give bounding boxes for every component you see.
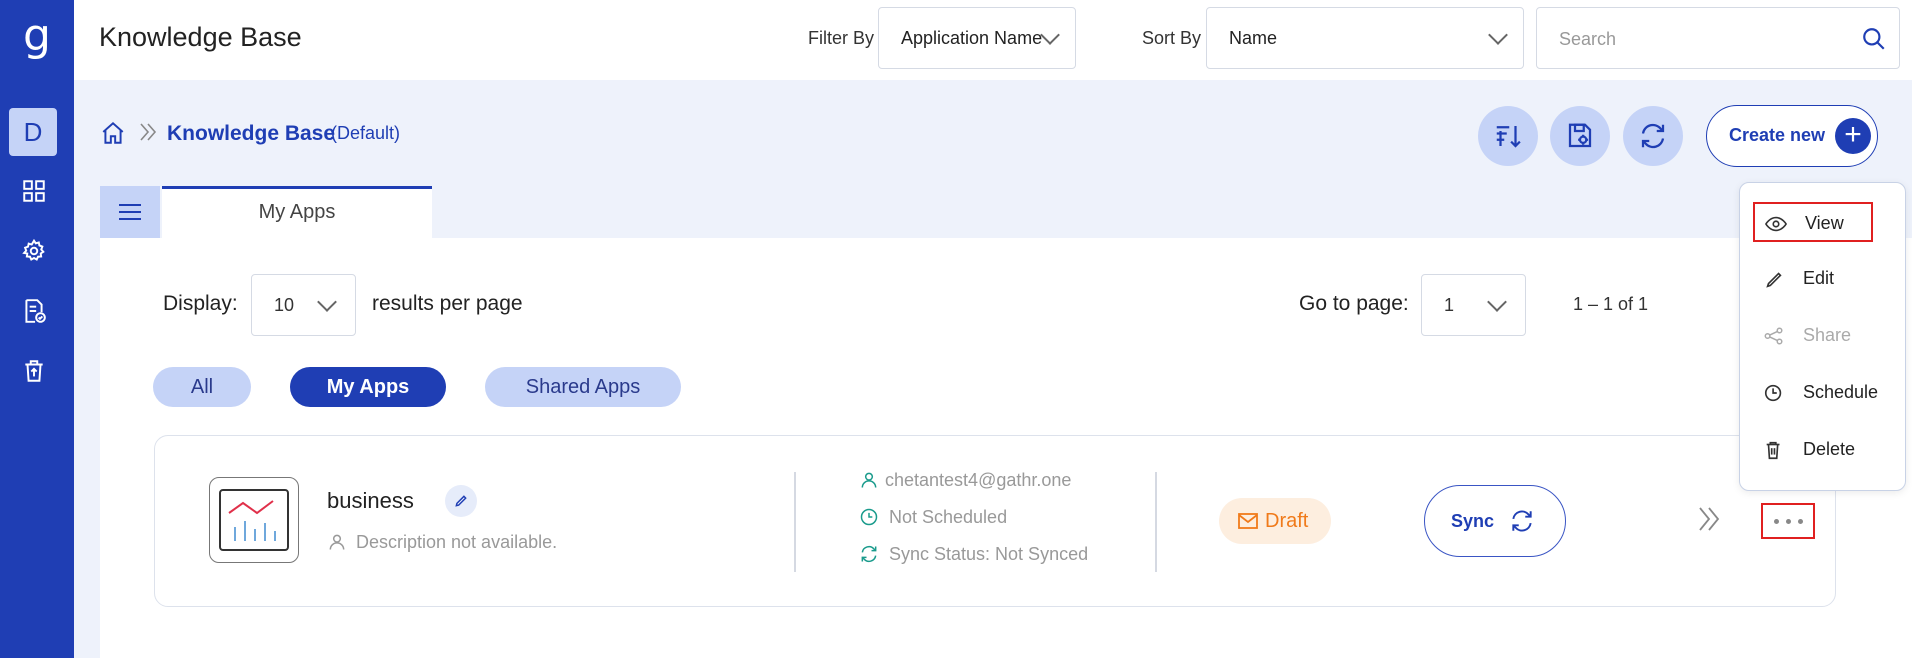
status-badge-label: Draft bbox=[1265, 510, 1309, 532]
menu-item-label: Schedule bbox=[1803, 382, 1879, 402]
filter-pill-shared-apps[interactable]: Shared Apps bbox=[485, 367, 681, 407]
menu-item-delete[interactable]: Delete bbox=[1753, 430, 1873, 470]
chevron-down-icon bbox=[1040, 25, 1060, 45]
sync-icon bbox=[861, 545, 877, 563]
display-label: Display: bbox=[163, 292, 238, 315]
breadcrumb-title[interactable]: Knowledge Base bbox=[167, 122, 335, 146]
page-select-value: 1 bbox=[1444, 295, 1455, 315]
context-menu: View Edit Share Schedule Delete bbox=[1739, 182, 1906, 491]
app-description: Description not available. bbox=[356, 532, 558, 552]
menu-item-label: Share bbox=[1803, 325, 1852, 345]
clock-icon bbox=[1764, 384, 1782, 402]
menu-item-label: Edit bbox=[1803, 268, 1835, 288]
results-per-page-select[interactable]: 10 bbox=[251, 274, 356, 336]
sort-by-label: Sort By bbox=[1142, 28, 1202, 48]
filter-by-label: Filter By bbox=[808, 28, 875, 48]
menu-item-schedule[interactable]: Schedule bbox=[1753, 373, 1878, 413]
create-new-label: Create new bbox=[1729, 125, 1826, 145]
chevron-down-icon bbox=[1487, 292, 1507, 312]
hamburger-icon bbox=[119, 204, 141, 220]
results-per-page-value: 10 bbox=[274, 295, 295, 315]
refresh-button[interactable] bbox=[1623, 106, 1683, 166]
dot bbox=[1785, 518, 1791, 524]
brand-logo[interactable]: g bbox=[0, 8, 74, 64]
double-chevron-right-icon bbox=[140, 123, 157, 141]
eye-icon bbox=[1765, 216, 1787, 232]
hamburger-menu-button[interactable] bbox=[100, 186, 160, 238]
menu-item-share[interactable]: Share bbox=[1753, 316, 1873, 356]
user-icon bbox=[861, 472, 877, 488]
more-options-button[interactable] bbox=[1761, 503, 1815, 539]
edit-name-button[interactable] bbox=[445, 485, 477, 517]
trash-icon[interactable] bbox=[20, 357, 48, 385]
tab-my-apps[interactable]: My Apps bbox=[162, 186, 432, 238]
envelope-icon bbox=[1238, 513, 1258, 529]
menu-item-view[interactable]: View bbox=[1753, 202, 1873, 242]
main-panel: Display: 10 results per page Go to page:… bbox=[100, 238, 1912, 658]
filter-by-select[interactable]: Application Name bbox=[878, 7, 1076, 69]
tab-strip: My Apps bbox=[100, 186, 1912, 238]
breadcrumb-subtitle: (Default) bbox=[331, 123, 401, 143]
app-thumbnail bbox=[209, 477, 299, 563]
chevron-down-icon bbox=[317, 292, 337, 312]
sync-button-label: Sync bbox=[1451, 511, 1495, 531]
menu-item-label: View bbox=[1805, 213, 1844, 233]
chart-thumbnail-icon bbox=[228, 500, 276, 541]
search-box bbox=[1536, 7, 1900, 69]
clock-icon bbox=[860, 508, 878, 526]
filter-by-value: Application Name bbox=[901, 28, 1043, 48]
search-icon[interactable] bbox=[1861, 26, 1887, 52]
create-new-button[interactable]: Create new + bbox=[1706, 105, 1878, 167]
pencil-icon bbox=[1766, 272, 1782, 288]
share-icon bbox=[1764, 327, 1783, 345]
app-name[interactable]: business bbox=[327, 488, 414, 514]
app-schedule: Not Scheduled bbox=[889, 507, 1008, 527]
filter-pill-all[interactable]: All bbox=[153, 367, 251, 407]
page-range: 1 – 1 of 1 bbox=[1573, 294, 1649, 314]
results-per-page-label: results per page bbox=[372, 292, 523, 315]
filter-pill-my-apps[interactable]: My Apps bbox=[290, 367, 446, 407]
sort-by-value: Name bbox=[1229, 28, 1278, 48]
status-badge: Draft bbox=[1219, 498, 1331, 544]
page-title: Knowledge Base bbox=[99, 22, 302, 52]
dot bbox=[1773, 518, 1779, 524]
dashboard-grid-icon[interactable] bbox=[20, 177, 48, 205]
save-settings-button[interactable] bbox=[1550, 106, 1610, 166]
sync-button[interactable]: Sync bbox=[1424, 485, 1566, 557]
sort-by-select[interactable]: Name bbox=[1206, 7, 1524, 69]
avatar[interactable]: D bbox=[9, 108, 57, 156]
sort-icon bbox=[1496, 126, 1521, 148]
menu-item-label: Delete bbox=[1803, 439, 1856, 459]
pencil-icon bbox=[455, 495, 467, 507]
go-to-page-label: Go to page: bbox=[1299, 292, 1409, 315]
sync-icon bbox=[1512, 510, 1532, 532]
double-chevron-right-icon[interactable] bbox=[1696, 504, 1724, 534]
save-settings-icon bbox=[1568, 123, 1592, 148]
dot bbox=[1797, 518, 1803, 524]
menu-item-edit[interactable]: Edit bbox=[1753, 259, 1873, 299]
settings-gear-icon[interactable] bbox=[20, 237, 48, 265]
refresh-icon bbox=[1641, 123, 1665, 149]
trash-icon bbox=[1766, 441, 1780, 460]
divider bbox=[794, 472, 796, 572]
user-icon bbox=[329, 534, 345, 550]
page-select[interactable]: 1 bbox=[1421, 274, 1526, 336]
app-card[interactable]: business Description not available. chet… bbox=[154, 435, 1836, 607]
chevron-down-icon bbox=[1488, 25, 1508, 45]
app-owner: chetantest4@gathr.one bbox=[885, 470, 1072, 490]
app-sync-status: Sync Status: Not Synced bbox=[889, 544, 1089, 564]
sidebar: g D bbox=[0, 0, 74, 658]
search-input[interactable] bbox=[1559, 27, 1819, 51]
divider bbox=[1155, 472, 1157, 572]
sort-button[interactable] bbox=[1478, 106, 1538, 166]
plus-icon: + bbox=[1835, 118, 1871, 154]
top-bar: Knowledge Base Filter By Application Nam… bbox=[74, 0, 1912, 80]
home-icon[interactable] bbox=[100, 120, 126, 146]
document-check-icon[interactable] bbox=[20, 297, 48, 325]
